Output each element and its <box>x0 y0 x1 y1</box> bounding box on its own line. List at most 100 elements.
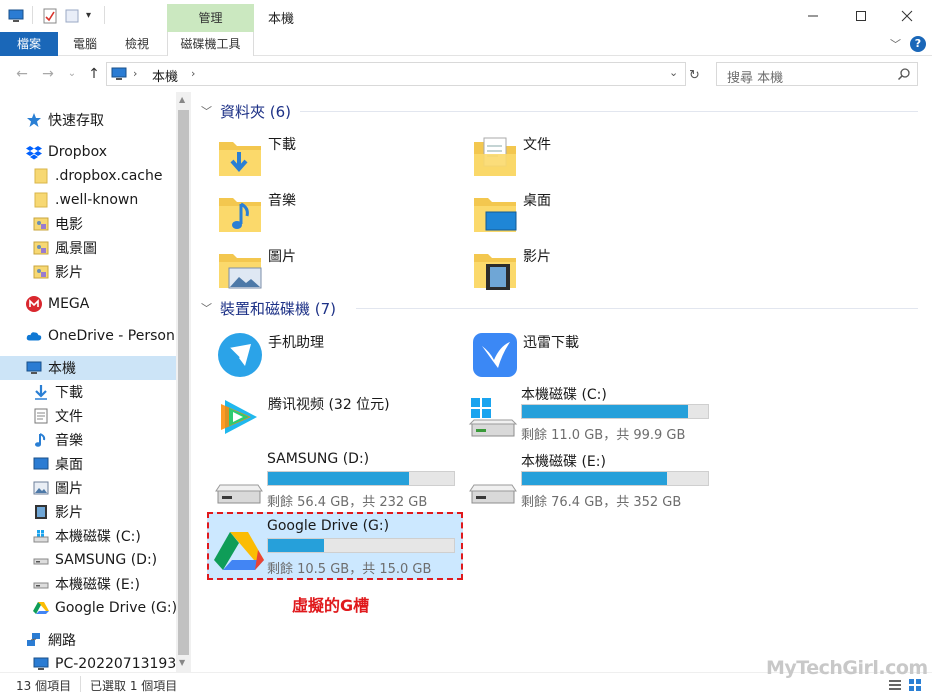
back-button[interactable]: ← <box>12 64 32 84</box>
nav-pc-child[interactable]: 下載 <box>0 380 176 404</box>
nav-dropbox-child[interactable]: 風景圖 <box>0 236 176 260</box>
device-tile-xunlei[interactable]: 迅雷下載 <box>464 326 712 380</box>
nav-label: 音樂 <box>55 433 83 449</box>
folder-icon <box>33 168 49 184</box>
folder-tile-music[interactable]: 音樂 <box>209 184 457 238</box>
nav-mega[interactable]: MEGA <box>0 292 176 316</box>
device-tile-tencent-video[interactable]: 腾讯视频 (32 位元) <box>209 388 457 442</box>
tab-view[interactable]: 檢視 <box>114 32 160 56</box>
nav-label: 風景圖 <box>55 241 97 257</box>
drive-tile-g[interactable]: Google Drive (G:) 剩餘 10.5 GB，共 15.0 GB <box>208 518 458 584</box>
nav-label: MEGA <box>48 296 90 312</box>
nav-dropbox[interactable]: Dropbox <box>0 140 176 164</box>
address-dropdown-icon[interactable]: ⌄ <box>669 66 678 79</box>
nav-label: 圖片 <box>55 481 83 497</box>
windows-drive-icon <box>33 528 49 544</box>
nav-pc-child[interactable]: SAMSUNG (D:) <box>0 548 176 572</box>
refresh-icon[interactable]: ↻ <box>689 68 700 83</box>
nav-onedrive[interactable]: OneDrive - Person <box>0 324 176 348</box>
nav-pc-child[interactable]: 圖片 <box>0 476 176 500</box>
nav-network[interactable]: 網路 <box>0 628 176 652</box>
search-input[interactable]: 搜尋 本機 <box>727 67 783 86</box>
nav-label: 电影 <box>55 217 83 233</box>
photo-folder-icon <box>33 240 49 256</box>
scroll-up-icon[interactable]: ▲ <box>179 95 185 104</box>
folder-tile-pictures[interactable]: 圖片 <box>209 240 457 294</box>
new-folder-icon[interactable] <box>64 8 80 24</box>
nav-scrollbar-thumb[interactable] <box>178 110 189 655</box>
close-icon <box>901 10 913 22</box>
folder-tile-videos[interactable]: 影片 <box>464 240 712 294</box>
qa-divider <box>32 6 33 24</box>
drive-usage-fill <box>268 539 324 552</box>
breadcrumb-this-pc[interactable]: 本機 <box>152 66 178 85</box>
nav-pc-child[interactable]: 文件 <box>0 404 176 428</box>
minimize-icon <box>808 15 818 17</box>
folder-tile-desktop[interactable]: 桌面 <box>464 184 712 238</box>
breadcrumb-chevron-icon[interactable]: › <box>133 67 137 80</box>
nav-label: Dropbox <box>48 144 107 160</box>
drive-tile-e[interactable]: 本機磁碟 (E:) 剩餘 76.4 GB，共 352 GB <box>462 451 712 517</box>
group-header-devices[interactable]: ﹀ 裝置和磁碟機 (7) <box>201 297 336 319</box>
group-header-folders[interactable]: ﹀ 資料夾 (6) <box>201 100 291 122</box>
details-view-icon[interactable] <box>888 678 902 695</box>
help-icon[interactable]: ? <box>910 36 926 52</box>
nav-dropbox-child[interactable]: .well-known <box>0 188 176 212</box>
ribbon-expand-icon[interactable]: ﹀ <box>890 36 901 52</box>
folder-tile-documents[interactable]: 文件 <box>464 128 712 182</box>
folder-tile-downloads[interactable]: 下載 <box>209 128 457 182</box>
scroll-down-icon[interactable]: ▼ <box>179 658 185 667</box>
nav-dropbox-child[interactable]: 电影 <box>0 212 176 236</box>
close-button[interactable] <box>884 2 930 30</box>
nav-label: PC-20220713193 <box>55 656 176 672</box>
context-tab-group-manage: 管理 <box>167 4 254 32</box>
minimize-button[interactable] <box>790 2 836 30</box>
nav-network-child[interactable]: PC-20220713193 <box>0 652 176 672</box>
search-box[interactable]: 搜尋 本機 <box>716 62 918 86</box>
status-divider <box>80 676 81 692</box>
drive-icon <box>33 576 49 592</box>
tab-file[interactable]: 檔案 <box>0 32 58 56</box>
drive-label: 本機磁碟 (E:) <box>521 454 606 470</box>
desktop-folder-icon <box>472 190 518 236</box>
nav-label: 影片 <box>55 265 83 281</box>
documents-folder-icon <box>472 134 518 180</box>
tab-computer[interactable]: 電腦 <box>62 32 108 56</box>
nav-dropbox-child[interactable]: 影片 <box>0 260 176 284</box>
window-title: 本機 <box>268 12 295 27</box>
nav-quick-access[interactable]: 快速存取 <box>0 108 176 132</box>
drive-free-space: 剩餘 11.0 GB，共 99.9 GB <box>521 428 686 443</box>
device-tile-phone-assistant[interactable]: 手机助理 <box>209 326 457 380</box>
nav-this-pc[interactable]: 本機 <box>0 356 176 380</box>
nav-pc-child[interactable]: 本機磁碟 (C:) <box>0 524 176 548</box>
maximize-button[interactable] <box>838 2 884 30</box>
collapse-chevron-icon: ﹀ <box>201 105 212 118</box>
tab-drive-tools[interactable]: 磁碟機工具 <box>167 32 254 56</box>
breadcrumb-chevron-icon[interactable]: › <box>191 67 195 80</box>
drive-tile-d[interactable]: SAMSUNG (D:) 剩餘 56.4 GB，共 232 GB <box>208 451 458 517</box>
nav-pc-child[interactable]: 本機磁碟 (E:) <box>0 572 176 596</box>
drive-tile-c[interactable]: 本機磁碟 (C:) 剩餘 11.0 GB，共 99.9 GB <box>462 384 712 450</box>
nav-pc-child[interactable]: Google Drive (G:) <box>0 596 176 620</box>
document-icon <box>33 408 49 424</box>
nav-pc-child[interactable]: 影片 <box>0 500 176 524</box>
nav-pc-child[interactable]: 音樂 <box>0 428 176 452</box>
qa-dropdown-icon[interactable]: ▾ <box>86 8 102 24</box>
tiles-view-icon[interactable] <box>908 678 922 695</box>
forward-button[interactable]: → <box>38 64 58 84</box>
search-icon[interactable] <box>897 67 911 85</box>
nav-pc-child[interactable]: 桌面 <box>0 452 176 476</box>
group-title: 裝置和磁碟機 (7) <box>220 299 337 318</box>
computer-icon[interactable] <box>8 8 24 24</box>
nav-label: .well-known <box>55 192 139 208</box>
nav-dropbox-child[interactable]: .dropbox.cache <box>0 164 176 188</box>
nav-label: 桌面 <box>55 457 83 473</box>
address-bar[interactable]: › 本機 › ⌄ <box>106 62 686 86</box>
properties-icon[interactable] <box>42 8 58 24</box>
ribbon-tabs: 檔案 電腦 檢視 磁碟機工具 ﹀ ? <box>0 32 932 56</box>
recent-locations-icon[interactable]: ⌄ <box>62 64 82 84</box>
video-icon <box>33 504 49 520</box>
tile-label: 下載 <box>268 137 296 153</box>
photo-folder-icon <box>33 264 49 280</box>
up-button[interactable]: ↑ <box>84 64 104 84</box>
